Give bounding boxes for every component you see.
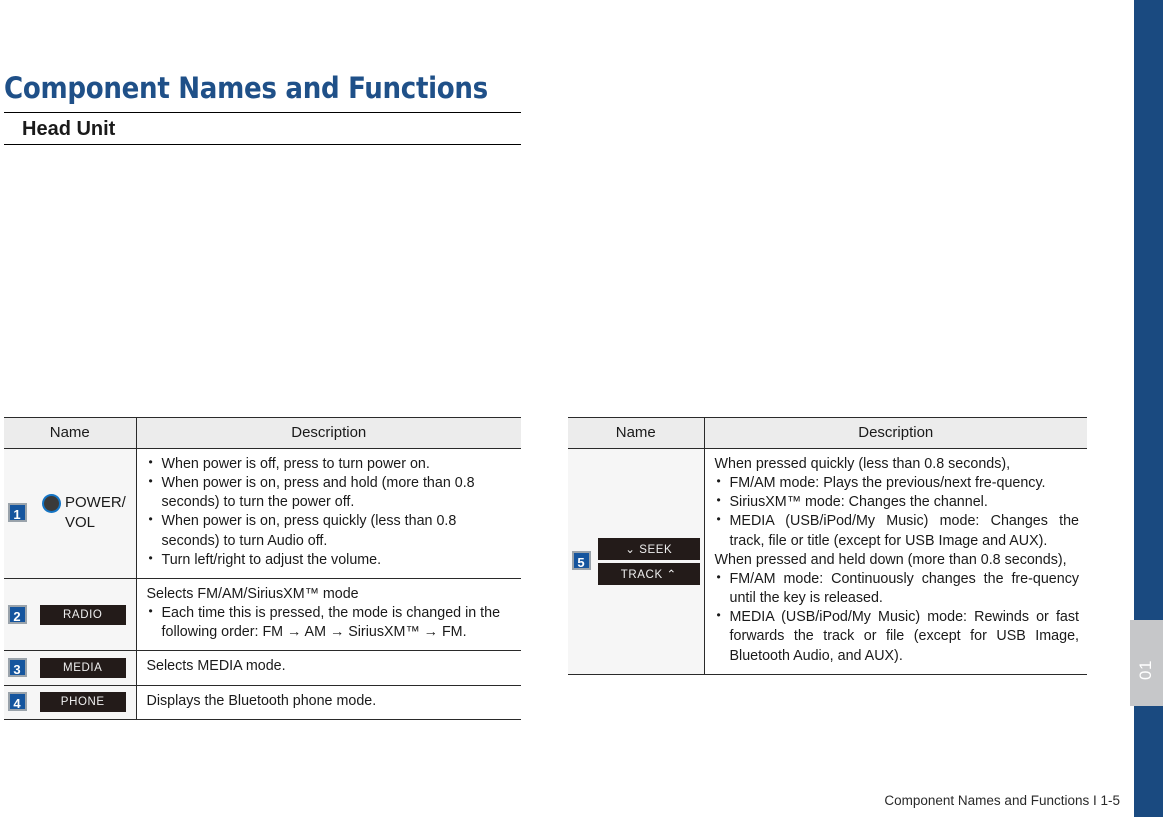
callout-badge-4: 4 (7, 692, 27, 712)
description-bullet: SiriusXM™ mode: Changes the channel. (715, 492, 1079, 512)
description-bullet: MEDIA (USB/iPod/My Music) mode: Changes … (715, 511, 1079, 550)
description-bullet-list-long-press: FM/AM mode: Continuously changes the fre… (715, 569, 1079, 666)
description-cell: Selects MEDIA mode. (136, 650, 521, 686)
callout-badge-3: 3 (7, 657, 27, 677)
description-lead: Displays the Bluetooth phone mode. (146, 692, 377, 709)
description-lead: Selects MEDIA mode. (146, 658, 286, 675)
description-bullet: When power is off, press to turn power o… (147, 454, 513, 474)
power-knob-icon (44, 496, 59, 512)
description-bullet: When power is on, press and hold (more t… (147, 473, 513, 512)
table-row: 1 POWER/ VOL When power is off, press to… (4, 448, 521, 579)
description-lead-long-press: When pressed and held down (more than 0.… (714, 551, 1067, 568)
description-bullet: FM/AM mode: Plays the previous/next fre-… (715, 473, 1079, 493)
table-header-row: Name Description (4, 417, 521, 449)
row-number-cell: 2 (4, 578, 30, 652)
control-label-line2: VOL (65, 514, 96, 532)
description-bullet: When power is on, press quickly (less th… (147, 511, 513, 550)
table-row: 4 PHONE Displays the Bluetooth phone mod… (4, 685, 521, 720)
row-number-cell: 5 (568, 448, 594, 675)
column-header-name: Name (568, 417, 705, 449)
column-header-name: Name (4, 417, 137, 449)
control-name-cell: PHONE (30, 685, 137, 720)
description-cell: When pressed quickly (less than 0.8 seco… (704, 448, 1087, 675)
row-number-cell: 4 (4, 685, 30, 720)
head-unit-table-right: Name Description 5 ⌄ SEEK TRACK ⌃ When p… (568, 417, 1087, 675)
track-key-chip: TRACK ⌃ (598, 562, 700, 585)
table-row: 2 RADIO Selects FM/AM/SiriusXM™ mode Eac… (4, 578, 521, 652)
control-label-line1: POWER/ (65, 494, 126, 512)
description-cell: When power is off, press to turn power o… (136, 448, 521, 579)
page-footer: Component Names and Functions I 1-5 (884, 793, 1120, 808)
description-bullet: MEDIA (USB/iPod/My Music) mode: Rewinds … (715, 607, 1079, 665)
description-lead: Selects FM/AM/SiriusXM™ mode (146, 585, 359, 602)
description-bullet-list-short-press: FM/AM mode: Plays the previous/next fre-… (715, 473, 1079, 551)
row-number-cell: 1 (4, 448, 30, 579)
page-title: Component Names and Functions (4, 71, 488, 106)
control-name-cell: ⌄ SEEK TRACK ⌃ (594, 448, 705, 675)
seek-key-chip: ⌄ SEEK (598, 537, 700, 560)
callout-badge-5: 5 (571, 551, 591, 571)
column-header-description: Description (136, 417, 521, 449)
row-number-cell: 3 (4, 650, 30, 686)
table-row: 5 ⌄ SEEK TRACK ⌃ When pressed quickly (l… (568, 448, 1087, 675)
radio-key-chip: RADIO (39, 604, 126, 625)
control-name-cell: RADIO (30, 578, 137, 652)
description-bullet: FM/AM mode: Continuously changes the fre… (715, 569, 1079, 608)
description-bullet-list: Each time this is pressed, the mode is c… (147, 603, 513, 642)
table-row: 3 MEDIA Selects MEDIA mode. (4, 650, 521, 686)
description-bullet: Each time this is pressed, the mode is c… (147, 603, 513, 642)
chapter-number: 01 (1136, 660, 1155, 680)
description-lead-short-press: When pressed quickly (less than 0.8 seco… (714, 456, 1011, 472)
column-header-description: Description (704, 417, 1087, 449)
media-key-chip: MEDIA (39, 657, 126, 678)
section-title: Head Unit (22, 118, 116, 140)
control-name-cell: POWER/ VOL (30, 448, 137, 579)
callout-badge-1: 1 (7, 503, 27, 523)
description-cell: Selects FM/AM/SiriusXM™ mode Each time t… (136, 578, 521, 652)
control-name-cell: MEDIA (30, 650, 137, 686)
table-header-row: Name Description (568, 417, 1087, 449)
callout-badge-2: 2 (7, 604, 27, 624)
description-bullet-list: When power is off, press to turn power o… (147, 454, 513, 570)
phone-key-chip: PHONE (39, 692, 126, 713)
head-unit-table-left: Name Description 1 POWER/ VOL When p (4, 417, 521, 720)
description-bullet: Turn left/right to adjust the volume. (147, 550, 513, 570)
description-cell: Displays the Bluetooth phone mode. (136, 685, 521, 720)
